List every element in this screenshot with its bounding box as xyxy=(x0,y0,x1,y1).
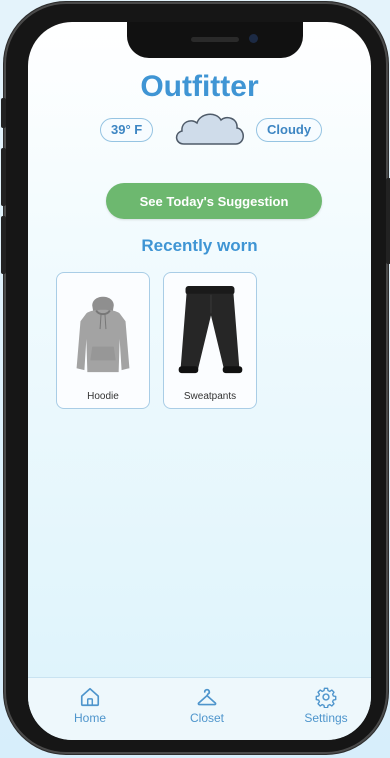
tab-closet[interactable]: Closet xyxy=(167,686,247,730)
condition-badge: Cloudy xyxy=(256,118,323,142)
tab-settings-label: Settings xyxy=(304,711,348,725)
recently-worn-heading: Recently worn xyxy=(141,236,258,255)
home-icon xyxy=(80,687,100,707)
cloud-icon xyxy=(175,113,244,145)
tab-home-label: Home xyxy=(73,711,106,725)
tab-settings[interactable]: Settings xyxy=(286,686,366,730)
hoodie-image xyxy=(76,296,130,373)
volume-up-button xyxy=(1,148,6,206)
notch xyxy=(127,22,303,58)
volume-down-button xyxy=(1,216,6,274)
speaker-grille xyxy=(191,37,239,42)
hanger-icon xyxy=(197,688,217,706)
tab-closet-label: Closet xyxy=(189,711,224,725)
mute-switch xyxy=(1,98,6,128)
sweatpants-image xyxy=(178,285,243,374)
power-button xyxy=(386,178,390,264)
see-suggestion-button[interactable]: See Today's Suggestion xyxy=(106,183,322,219)
item-label-sweatpants: Sweatpants xyxy=(183,391,237,402)
weather-row: 39° F Cloudy xyxy=(28,112,371,152)
item-card-sweatpants[interactable]: Sweatpants xyxy=(163,272,257,409)
bottom-tab-bar: Home Closet Settings xyxy=(28,677,371,740)
app-title: Outfitter xyxy=(140,70,259,103)
item-card-hoodie[interactable]: Hoodie xyxy=(56,272,150,409)
front-camera xyxy=(249,34,258,43)
temperature-badge: 39° F xyxy=(100,118,154,142)
app-screen: Outfitter 39° F Cloudy See Today's Sugge… xyxy=(28,22,371,740)
tab-home[interactable]: Home xyxy=(50,686,130,730)
item-label-hoodie: Hoodie xyxy=(87,391,119,402)
phone-frame: Outfitter 39° F Cloudy See Today's Sugge… xyxy=(1,2,390,754)
gear-icon xyxy=(315,687,337,708)
